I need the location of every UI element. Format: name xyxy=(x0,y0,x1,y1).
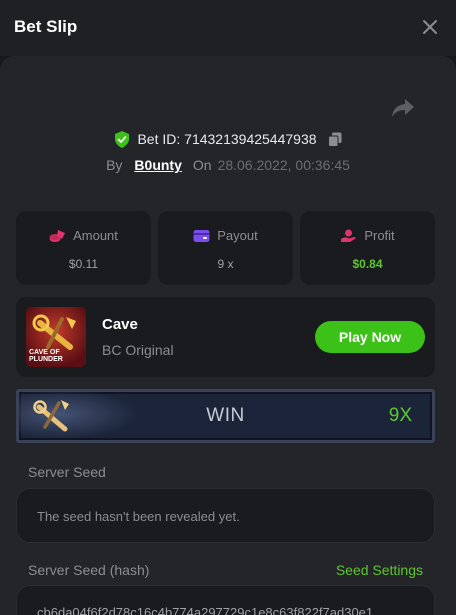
server-seed-value: The seed hasn't been revealed yet. xyxy=(37,509,240,524)
amount-value: $0.11 xyxy=(68,257,99,271)
game-card: CAVE OF PLUNDER Cave BC Original Play No… xyxy=(16,297,435,377)
user-link[interactable]: B0unty xyxy=(134,157,181,173)
bet-id-row: Bet ID: 71432139425447938 xyxy=(0,128,456,150)
payout-label: Payout xyxy=(217,228,258,243)
by-label: By xyxy=(106,157,123,173)
server-seed-hash-label: Server Seed (hash) xyxy=(28,562,150,578)
game-thumb-title: CAVE OF PLUNDER xyxy=(29,349,63,363)
result-banner: WIN 9X xyxy=(16,389,435,443)
server-seed-hash-value: cb6da04f6f2d78c16c4b774a297729c1e8c63f82… xyxy=(37,605,374,615)
server-seed-hash-box[interactable]: cb6da04f6f2d78c16c4b774a297729c1e8c63f82… xyxy=(16,585,435,615)
result-label: WIN xyxy=(206,405,245,426)
profit-card: Profit $0.84 xyxy=(300,211,435,285)
profit-value: $0.84 xyxy=(352,257,383,271)
seed-settings-link[interactable]: Seed Settings xyxy=(336,562,423,578)
hand-coin-icon xyxy=(341,229,356,242)
bet-author-row: By B0unty On 28.06.2022, 00:36:45 xyxy=(0,155,456,175)
result-multiplier: 9X xyxy=(388,405,412,426)
coins-icon xyxy=(49,229,66,242)
payout-value: 9 x xyxy=(217,257,234,271)
game-thumbnail[interactable]: CAVE OF PLUNDER xyxy=(26,307,86,367)
play-now-button[interactable]: Play Now xyxy=(315,321,425,353)
amount-card: Amount $0.11 xyxy=(16,211,151,285)
close-icon xyxy=(423,20,437,34)
game-name: Cave xyxy=(102,316,138,333)
profit-label: Profit xyxy=(364,228,395,243)
bet-date: 28.06.2022, 00:36:45 xyxy=(217,157,350,173)
shield-check-icon xyxy=(115,130,130,148)
share-icon[interactable] xyxy=(391,97,415,119)
server-seed-box[interactable]: The seed hasn't been revealed yet. xyxy=(16,488,435,543)
server-seed-label: Server Seed xyxy=(28,464,106,480)
amount-label: Amount xyxy=(73,228,118,243)
wallet-icon xyxy=(193,229,210,242)
close-button[interactable] xyxy=(418,15,442,39)
page-title: Bet Slip xyxy=(14,17,78,36)
on-label: On xyxy=(192,157,212,173)
payout-card: Payout 9 x xyxy=(158,211,293,285)
copy-icon[interactable] xyxy=(327,132,342,147)
game-provider: BC Original xyxy=(102,342,174,358)
bet-slip-header: Bet Slip xyxy=(0,0,456,56)
bet-id-text: Bet ID: 71432139425447938 xyxy=(137,131,317,147)
